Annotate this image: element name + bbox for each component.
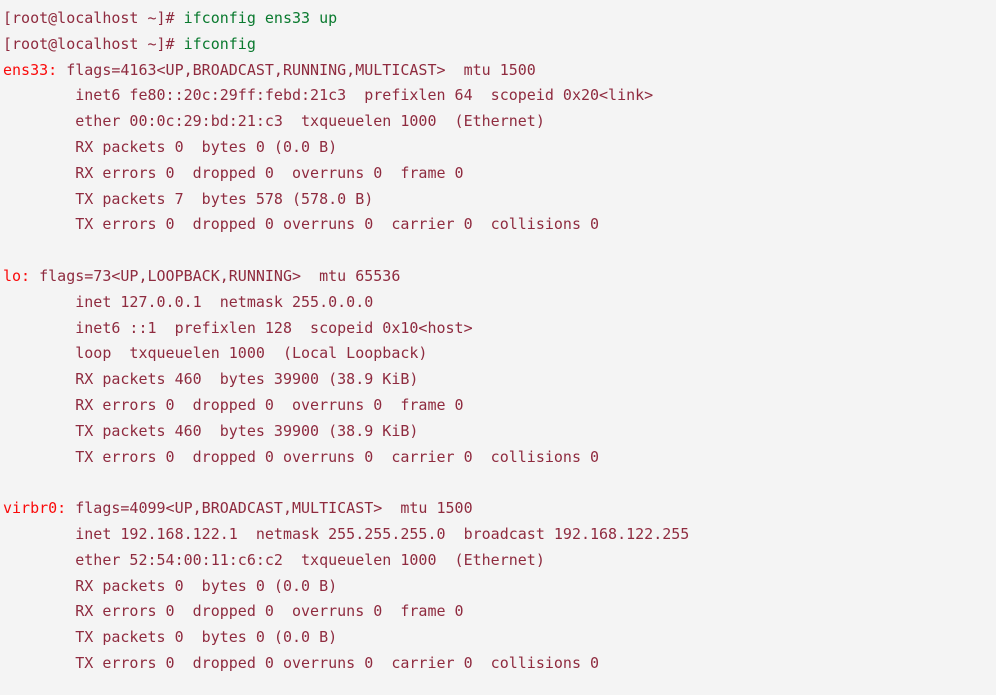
interface-detail-text: loop txqueuelen 1000 (Local Loopback)	[3, 344, 428, 363]
interface-detail-text: RX packets 0 bytes 0 (0.0 B)	[3, 576, 338, 595]
interface-detail-text: TX errors 0 dropped 0 overruns 0 carrier…	[3, 447, 600, 466]
interface-detail-text: TX errors 0 dropped 0 overruns 0 carrier…	[3, 653, 600, 672]
interface-detail-line: ether 52:54:00:11:c6:c2 txqueuelen 1000 …	[3, 548, 996, 574]
interface-detail-text: RX errors 0 dropped 0 overruns 0 frame 0	[3, 395, 464, 414]
interface-detail-line: TX errors 0 dropped 0 overruns 0 carrier…	[3, 445, 996, 471]
interface-detail-text: RX errors 0 dropped 0 overruns 0 frame 0	[3, 163, 464, 182]
interface-detail-line: RX packets 0 bytes 0 (0.0 B)	[3, 135, 996, 161]
interface-header-line: lo: flags=73<UP,LOOPBACK,RUNNING> mtu 65…	[3, 264, 996, 290]
interface-detail-text: TX packets 460 bytes 39900 (38.9 KiB)	[3, 421, 419, 440]
interface-detail-text: inet6 fe80::20c:29ff:febd:21c3 prefixlen…	[3, 86, 654, 105]
interface-name: virbr0:	[3, 499, 76, 518]
interface-detail-text: RX errors 0 dropped 0 overruns 0 frame 0	[3, 602, 464, 621]
shell-command-text: ifconfig ens33 up	[183, 9, 338, 27]
interface-detail-line: RX packets 0 bytes 0 (0.0 B)	[3, 574, 996, 600]
interface-detail-text: ether 52:54:00:11:c6:c2 txqueuelen 1000 …	[3, 550, 545, 569]
interface-flags-text: flags=73<UP,LOOPBACK,RUNNING> mtu 65536	[39, 266, 401, 285]
interface-name: ens33:	[3, 60, 67, 79]
interface-detail-line: ether 00:0c:29:bd:21:c3 txqueuelen 1000 …	[3, 109, 996, 135]
interface-detail-text: RX packets 460 bytes 39900 (38.9 KiB)	[3, 370, 419, 389]
interface-detail-text: TX packets 7 bytes 578 (578.0 B)	[3, 189, 374, 208]
interface-name: lo:	[3, 266, 40, 285]
interface-flags-text: flags=4099<UP,BROADCAST,MULTICAST> mtu 1…	[75, 499, 473, 518]
interface-detail-line: inet6 fe80::20c:29ff:febd:21c3 prefixlen…	[3, 83, 996, 109]
interface-flags-text: flags=4163<UP,BROADCAST,RUNNING,MULTICAS…	[66, 60, 536, 79]
interface-detail-line: RX errors 0 dropped 0 overruns 0 frame 0	[3, 161, 996, 187]
interface-detail-text: TX errors 0 dropped 0 overruns 0 carrier…	[3, 215, 600, 234]
terminal-command-line: [root@localhost ~]# ifconfig	[3, 32, 996, 58]
interface-detail-line: TX errors 0 dropped 0 overruns 0 carrier…	[3, 651, 996, 677]
interface-detail-line: TX packets 7 bytes 578 (578.0 B)	[3, 187, 996, 213]
terminal-command-line: [root@localhost ~]# ifconfig ens33 up	[3, 6, 996, 32]
interface-detail-line: RX errors 0 dropped 0 overruns 0 frame 0	[3, 393, 996, 419]
interface-detail-text: RX packets 0 bytes 0 (0.0 B)	[3, 137, 338, 156]
interface-detail-text: inet 192.168.122.1 netmask 255.255.255.0…	[3, 524, 690, 543]
interface-detail-text: inet6 ::1 prefixlen 128 scopeid 0x10<hos…	[3, 318, 473, 337]
interface-header-line: virbr0: flags=4099<UP,BROADCAST,MULTICAS…	[3, 496, 996, 522]
interface-detail-text: TX packets 0 bytes 0 (0.0 B)	[3, 628, 338, 647]
interface-detail-line: inet 192.168.122.1 netmask 255.255.255.0…	[3, 522, 996, 548]
blank-line	[3, 238, 996, 264]
blank-line	[3, 470, 996, 496]
terminal-output-area[interactable]: [root@localhost ~]# ifconfig ens33 up [ro…	[0, 0, 996, 695]
interface-detail-text: ether 00:0c:29:bd:21:c3 txqueuelen 1000 …	[3, 112, 545, 131]
interface-detail-line: inet6 ::1 prefixlen 128 scopeid 0x10<hos…	[3, 316, 996, 342]
blank-line-text	[3, 473, 12, 491]
interface-detail-line: RX packets 460 bytes 39900 (38.9 KiB)	[3, 367, 996, 393]
interface-detail-line: TX packets 0 bytes 0 (0.0 B)	[3, 625, 996, 651]
interface-detail-text: inet 127.0.0.1 netmask 255.0.0.0	[3, 292, 374, 311]
shell-command-text: ifconfig	[183, 34, 256, 53]
shell-prompt: [root@localhost ~]#	[3, 9, 184, 27]
interface-header-line: ens33: flags=4163<UP,BROADCAST,RUNNING,M…	[3, 58, 996, 84]
interface-detail-line: loop txqueuelen 1000 (Local Loopback)	[3, 341, 996, 367]
interface-detail-line: RX errors 0 dropped 0 overruns 0 frame 0	[3, 599, 996, 625]
interface-detail-line: TX packets 460 bytes 39900 (38.9 KiB)	[3, 419, 996, 445]
shell-prompt: [root@localhost ~]#	[3, 34, 184, 53]
blank-line-text	[3, 241, 12, 259]
interface-detail-line: inet 127.0.0.1 netmask 255.0.0.0	[3, 290, 996, 316]
interface-detail-line: TX errors 0 dropped 0 overruns 0 carrier…	[3, 212, 996, 238]
